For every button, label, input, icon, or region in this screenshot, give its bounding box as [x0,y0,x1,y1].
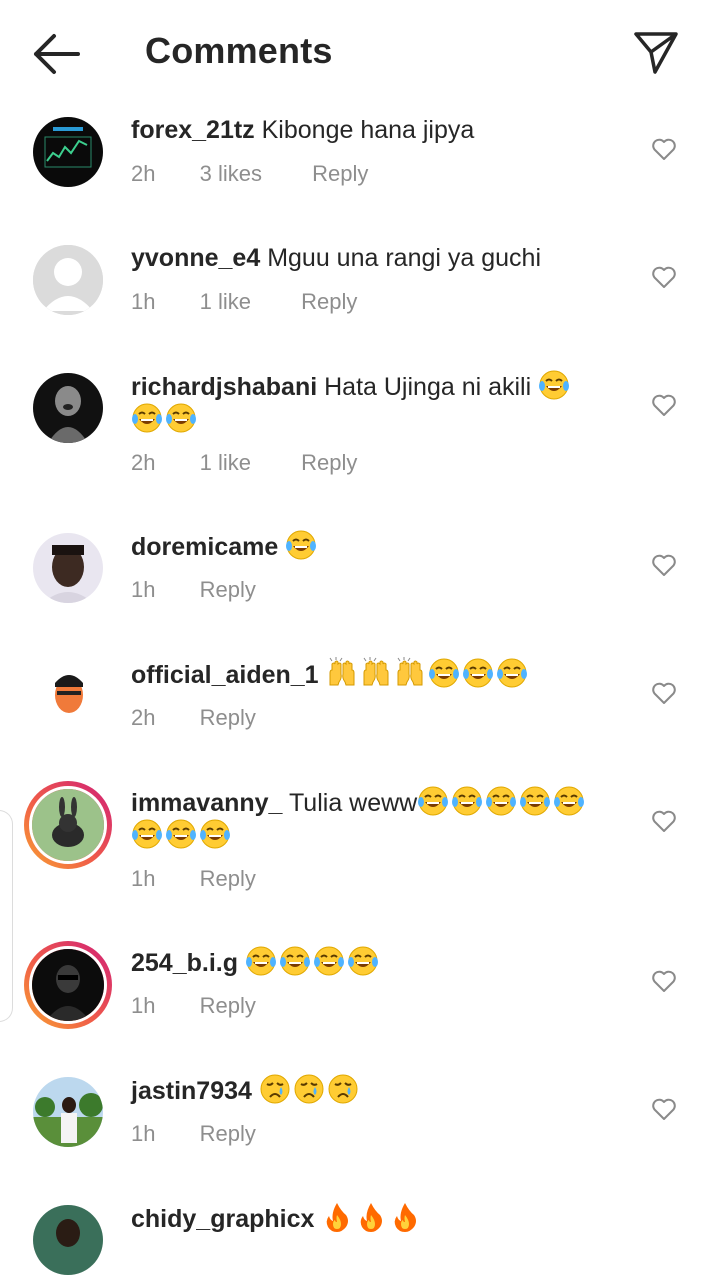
reply-button[interactable]: Reply [200,1121,256,1147]
comment-time: 1h [131,866,156,891]
crying-emoji [327,1073,359,1105]
laughing-crying-emoji [519,785,551,817]
comment-username[interactable]: doremicame [131,533,278,561]
send-button[interactable] [628,24,684,80]
comment-text: Mguu una rangi ya guchi [267,244,541,272]
fire-emoji [389,1201,421,1233]
laughing-crying-emoji [428,657,460,689]
heart-icon[interactable] [651,553,677,577]
comment-time: 1h [131,993,156,1018]
chart-avatar-image [33,117,103,187]
page-title: Comments [145,30,333,71]
laughing-crying-emoji [451,785,483,817]
heart-icon[interactable] [651,393,677,417]
comment-time: 1h [131,1121,156,1146]
send-icon [634,32,678,74]
comment-username[interactable]: immavanny_ [131,789,282,817]
heart-icon[interactable] [651,137,677,161]
comment-username[interactable]: forex_21tz [131,116,255,144]
laughing-crying-emoji [131,402,163,434]
back-button[interactable] [26,28,86,80]
avatar[interactable] [30,530,106,606]
comment-text: Hata Ujinga ni akili [324,373,532,401]
avatar[interactable] [30,658,106,734]
reply-button[interactable]: Reply [200,993,256,1019]
back-arrow-icon [34,34,80,74]
laughing-crying-emoji [279,945,311,977]
dark-portrait-avatar-image [32,949,104,1021]
story-avatar[interactable] [24,941,112,1029]
laughing-crying-emoji [417,785,449,817]
comment-likes[interactable]: 1 like [200,289,251,315]
avatar[interactable] [30,1202,106,1278]
comment-username[interactable]: 254_b.i.g [131,949,238,977]
comment-username[interactable]: chidy_graphicx [131,1205,314,1233]
avatar[interactable] [30,114,106,190]
laughing-crying-emoji [313,945,345,977]
avatar[interactable] [30,1074,106,1150]
raised-hands-emoji [394,657,426,689]
crying-emoji [259,1073,291,1105]
laughing-crying-emoji [199,818,231,850]
comment-time: 2h [131,161,156,186]
comment-time: 1h [131,289,156,314]
fire-emoji [321,1201,353,1233]
heart-icon[interactable] [651,809,677,833]
comment-username[interactable]: richardjshabani [131,373,317,401]
reply-button[interactable]: Reply [312,161,368,187]
rabbit-avatar-image [32,789,104,861]
edge-panel-handle[interactable] [0,810,13,1022]
laughing-crying-emoji [285,529,317,561]
avatar[interactable] [30,242,106,318]
laughing-crying-emoji [347,945,379,977]
comment-time: 1h [131,577,156,602]
comments-header: Comments [0,0,720,104]
laughing-crying-emoji [553,785,585,817]
heart-icon[interactable] [651,681,677,705]
heart-icon[interactable] [651,969,677,993]
avatar[interactable] [30,370,106,446]
laughing-crying-emoji [496,657,528,689]
comment-time: 2h [131,450,156,475]
comment-likes[interactable]: 1 like [200,450,251,476]
laughing-crying-emoji [131,818,163,850]
laughing-crying-emoji [485,785,517,817]
reply-button[interactable]: Reply [301,289,357,315]
laughing-crying-emoji [462,657,494,689]
bw-photo-avatar-image [33,373,103,443]
comment-text: Kibonge hana jipya [261,116,475,144]
default-avatar-icon [33,245,103,315]
selfie-avatar-image [33,533,103,603]
comment-username[interactable]: jastin7934 [131,1077,252,1105]
crying-emoji [293,1073,325,1105]
outdoor-avatar-image [33,1077,103,1147]
reply-button[interactable]: Reply [200,866,256,892]
heart-icon[interactable] [651,265,677,289]
raised-hands-emoji [326,657,358,689]
reply-button[interactable]: Reply [200,577,256,603]
cartoon-avatar-image [33,661,103,731]
comment-username[interactable]: official_aiden_1 [131,661,319,689]
reply-button[interactable]: Reply [301,450,357,476]
story-avatar[interactable] [24,781,112,869]
laughing-crying-emoji [245,945,277,977]
comment-text: Tulia weww [288,789,418,817]
fire-emoji [355,1201,387,1233]
comment-time: 2h [131,705,156,730]
comment-username[interactable]: yvonne_e4 [131,244,260,272]
laughing-crying-emoji [165,818,197,850]
laughing-crying-emoji [538,369,570,401]
comment-likes[interactable]: 3 likes [200,161,262,187]
reply-button[interactable]: Reply [200,705,256,731]
raised-hands-emoji [360,657,392,689]
laughing-crying-emoji [165,402,197,434]
photo-avatar-image [33,1205,103,1275]
heart-icon[interactable] [651,1097,677,1121]
